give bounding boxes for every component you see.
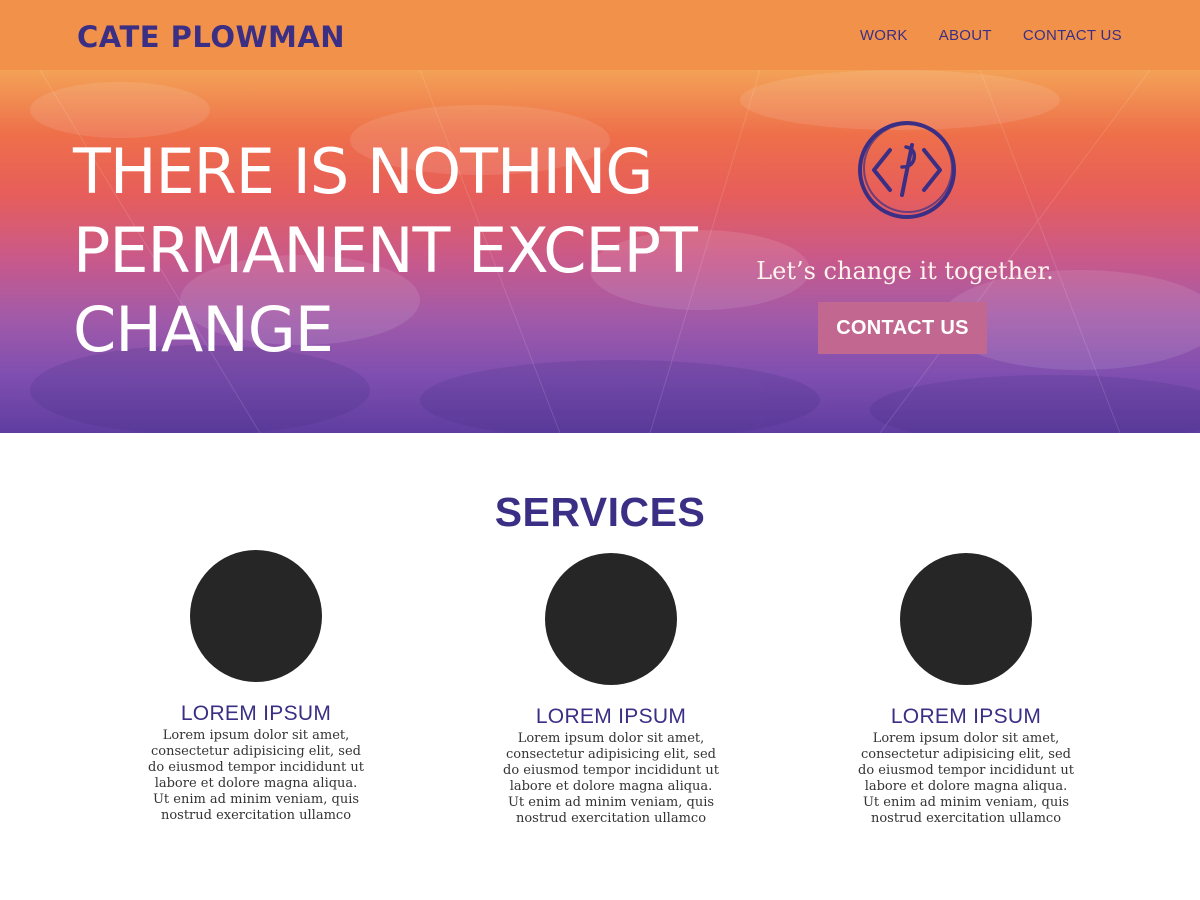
service-image-placeholder	[900, 553, 1032, 685]
services-heading: SERVICES	[494, 489, 706, 535]
service-image-placeholder	[545, 553, 677, 685]
hero-tagline: Let’s change it together.	[756, 257, 1054, 285]
nav-link-contact-us[interactable]: CONTACT US	[1023, 27, 1122, 44]
service-description: Lorem ipsum dolor sit amet, consectetur …	[148, 728, 364, 823]
service-card: LOREM IPSUM Lorem ipsum dolor sit amet, …	[481, 553, 741, 827]
main-nav: WORK ABOUT CONTACT US	[860, 27, 1122, 44]
brand-logo-text[interactable]: CATE PLOWMAN	[77, 20, 345, 54]
service-description: Lorem ipsum dolor sit amet, consectetur …	[858, 731, 1074, 826]
service-description: Lorem ipsum dolor sit amet, consectetur …	[503, 731, 719, 826]
nav-link-work[interactable]: WORK	[860, 27, 908, 44]
service-card: LOREM IPSUM Lorem ipsum dolor sit amet, …	[836, 553, 1096, 827]
hero-headline: THERE IS NOTHING PERMANENT EXCEPT CHANGE	[73, 132, 713, 369]
hero-headline-line-3: CHANGE	[73, 293, 334, 366]
service-title: LOREM IPSUM	[890, 705, 1042, 728]
service-title: LOREM IPSUM	[180, 702, 332, 725]
nav-link-about[interactable]: ABOUT	[939, 27, 992, 44]
service-card: LOREM IPSUM Lorem ipsum dolor sit amet, …	[126, 550, 386, 824]
hero-banner: THERE IS NOTHING PERMANENT EXCEPT CHANGE…	[0, 70, 1200, 433]
contact-us-button[interactable]: CONTACT US	[818, 302, 987, 354]
code-brackets-icon	[858, 121, 956, 219]
service-image-placeholder	[190, 550, 322, 682]
hero-headline-line-1: THERE IS NOTHING	[73, 135, 653, 208]
service-title: LOREM IPSUM	[535, 705, 687, 728]
top-navigation-bar: CATE PLOWMAN WORK ABOUT CONTACT US	[0, 0, 1200, 70]
hero-headline-line-2: PERMANENT EXCEPT	[73, 214, 698, 287]
